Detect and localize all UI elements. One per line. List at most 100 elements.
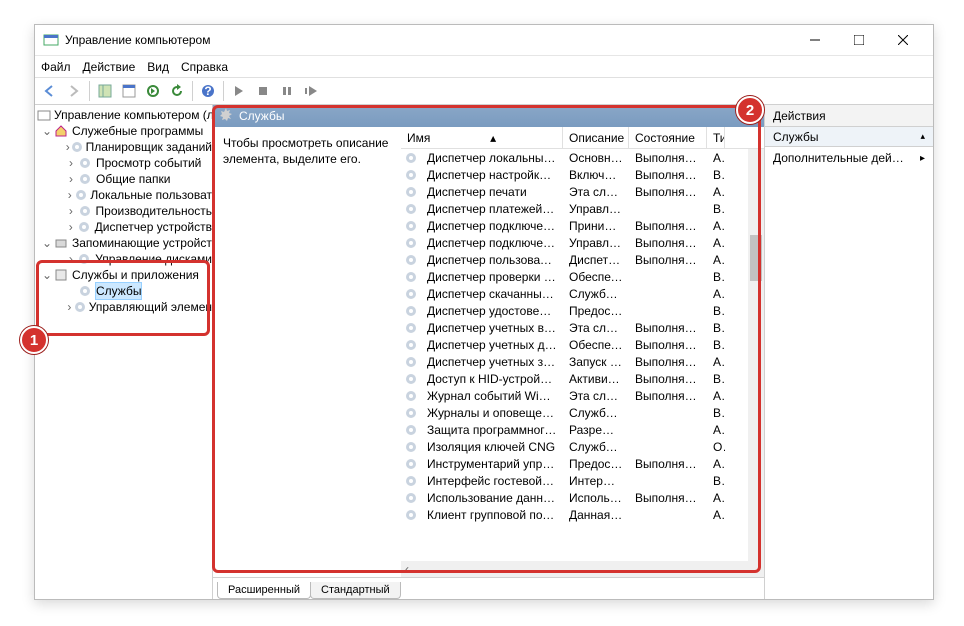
collapse-icon: ▴ [920,131,925,142]
tree-item[interactable]: Службы [35,283,212,299]
svg-text:?: ? [204,84,211,98]
menu-action[interactable]: Действие [83,60,136,74]
show-hide-tree-button[interactable] [94,80,116,102]
actions-section-services[interactable]: Службы▴ [765,127,933,147]
tree-item[interactable]: ›Локальные пользоват [35,187,212,203]
cell-desc: Предостав… [563,304,629,318]
nav-back-button[interactable] [39,80,61,102]
service-row[interactable]: Интерфейс гостевой служ…Интерфей…Вј [401,472,764,489]
tab-extended[interactable]: Расширенный [217,582,311,599]
tree-root[interactable]: Управление компьютером (л [35,107,212,123]
gear-icon [405,271,421,283]
minimize-button[interactable] [793,26,837,54]
service-row[interactable]: Диспетчер учетных веб-за…Эта служб…Выпол… [401,319,764,336]
gear-icon [405,441,421,453]
view-tabs: Расширенный Стандартный [213,577,764,599]
cell-type: А [707,389,725,403]
col-state[interactable]: Состояние [629,127,707,148]
service-row[interactable]: Диспетчер учетных записе…Запуск это…Выпо… [401,353,764,370]
gear-icon [405,475,421,487]
cell-desc: Обеспечи… [563,270,629,284]
tree-item[interactable]: ›Производительность [35,203,212,219]
service-row[interactable]: Клиент групповой полити…Данная сл…А [401,506,764,523]
service-row[interactable]: Журнал событий WindowsЭта служб…Выполняе… [401,387,764,404]
tree-item[interactable]: ›Общие папки [35,171,212,187]
scrollbar-thumb[interactable] [750,235,762,281]
restart-button[interactable] [300,80,322,102]
actions-panel: Действия Службы▴ Дополнительные дей…▸ [765,105,933,599]
export-button[interactable] [142,80,164,102]
cell-name: Диспетчер проверки подл… [421,270,563,284]
nav-forward-button[interactable] [63,80,85,102]
horizontal-scrollbar[interactable]: ‹› [401,561,764,577]
service-row[interactable]: Диспетчер учетных данныхОбеспечи…Выполня… [401,336,764,353]
gear-icon [405,237,421,249]
menu-help[interactable]: Справка [181,60,228,74]
service-row[interactable]: Диспетчер пользователейДиспетчер…Выполня… [401,251,764,268]
service-row[interactable]: Доступ к HID-устройствамАктивирує…Выполн… [401,370,764,387]
cell-desc: Активирує… [563,372,629,386]
tree-group-services-apps[interactable]: ⌄Службы и приложения [35,267,212,283]
service-row[interactable]: Диспетчер печатиЭта служб…ВыполняетсяА [401,183,764,200]
service-row[interactable]: Использование данныхИспользо…Выполняется… [401,489,764,506]
cell-desc: Обеспечи… [563,338,629,352]
menu-view[interactable]: Вид [147,60,169,74]
tree-item[interactable]: ›Диспетчер устройств [35,219,212,235]
service-row[interactable]: Диспетчер проверки подл…Обеспечи…Вј [401,268,764,285]
gear-icon [405,254,421,266]
cell-name: Диспетчер подключений … [421,236,563,250]
center-title: Службы [239,109,284,123]
actions-more[interactable]: Дополнительные дей…▸ [765,147,933,169]
cell-type: А [707,219,725,233]
properties-button[interactable] [118,80,140,102]
cell-desc: Данная сл… [563,508,629,522]
service-row[interactable]: Изоляция ключей CNGСлужба из…О [401,438,764,455]
start-button[interactable] [228,80,250,102]
gear-icon [405,339,421,351]
tree-item[interactable]: ›Планировщик заданий [35,139,212,155]
tree-item[interactable]: ›Управляющий элемен [35,299,212,315]
cell-state: Выполняется [629,355,707,369]
tree-group-utilities[interactable]: ⌄Служебные программы [35,123,212,139]
cell-type: Вј [707,372,725,386]
maximize-button[interactable] [837,26,881,54]
client-area: Управление компьютером (л ⌄Служебные про… [35,105,933,599]
tree-group-storage[interactable]: ⌄Запоминающие устройст [35,235,212,251]
service-row[interactable]: Диспетчер подключений …Управляет…Выполня… [401,234,764,251]
tree-item[interactable]: ›Просмотр событий [35,155,212,171]
gear-icon [405,492,421,504]
nav-tree[interactable]: Управление компьютером (л ⌄Служебные про… [35,105,213,599]
service-row[interactable]: Журналы и оповещения п…Служба ж…Вј [401,404,764,421]
col-type[interactable]: Ти [707,127,725,148]
vertical-scrollbar[interactable] [748,149,764,577]
title-bar[interactable]: Управление компьютером [35,25,933,55]
column-headers: Имя▴ Описание Состояние Ти [401,127,764,149]
tab-standard[interactable]: Стандартный [310,582,401,599]
cell-desc: Принимае… [563,219,629,233]
cell-state: Выполняется [629,491,707,505]
service-row[interactable]: Инструментарий управле…Предостав…Выполня… [401,455,764,472]
stop-button[interactable] [252,80,274,102]
services-list[interactable]: Диспетчер локальных сеа…Основная …Выполн… [401,149,764,561]
service-row[interactable]: Диспетчер удостоверения …Предостав…Вј [401,302,764,319]
cell-name: Диспетчер пользователей [421,253,563,267]
service-row[interactable]: Защита программного об…Разрешает…А [401,421,764,438]
service-row[interactable]: Диспетчер скачанных картСлужба W…А [401,285,764,302]
refresh-button[interactable] [166,80,188,102]
service-row[interactable]: Диспетчер подключений …Принимае…Выполняе… [401,217,764,234]
pause-button[interactable] [276,80,298,102]
service-row[interactable]: Диспетчер настройки устр…Включени…Выполн… [401,166,764,183]
cell-desc: Запуск это… [563,355,629,369]
cell-desc: Эта служб… [563,321,629,335]
tree-item[interactable]: ›Управление дисками [35,251,212,267]
service-row[interactable]: Диспетчер локальных сеа…Основная …Выполн… [401,149,764,166]
col-name[interactable]: Имя▴ [401,127,563,148]
gear-icon [405,424,421,436]
help-button[interactable]: ? [197,80,219,102]
menu-file[interactable]: Файл [41,60,71,74]
service-row[interactable]: Диспетчер платежей и NF…Управляет…Вј [401,200,764,217]
cell-type: Вј [707,406,725,420]
col-description[interactable]: Описание [563,127,629,148]
close-button[interactable] [881,26,925,54]
gear-icon [405,373,421,385]
